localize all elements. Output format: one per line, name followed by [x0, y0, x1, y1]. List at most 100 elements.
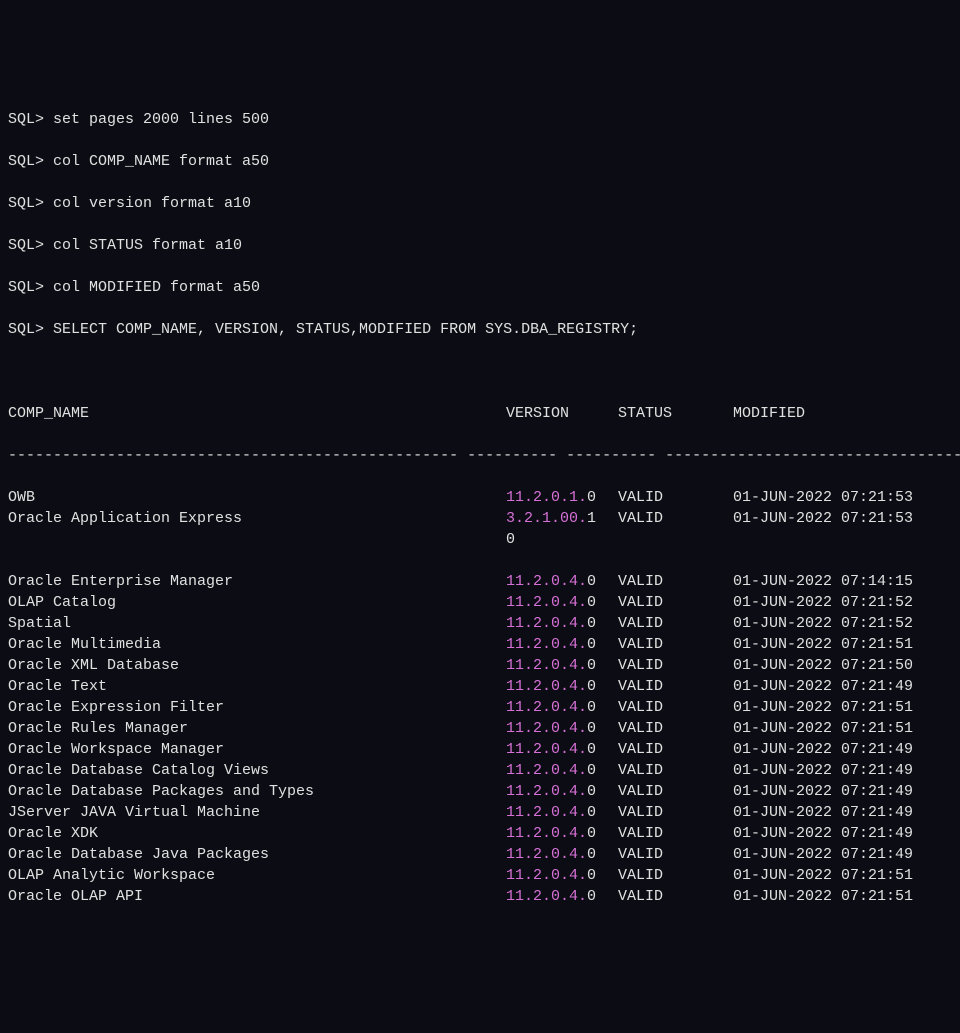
status-cell: VALID	[618, 697, 733, 718]
version-cell: 11.2.0.4.0	[506, 844, 618, 865]
table-row: Oracle XML Database11.2.0.4.0VALID01-JUN…	[8, 655, 952, 676]
version-highlight: 11.2.0.4.	[506, 846, 587, 863]
version-suffix: 0	[587, 888, 596, 905]
version-suffix: 0	[587, 573, 596, 590]
modified-cell: 01-JUN-2022 07:21:51	[733, 718, 913, 739]
comp-name-cell: Oracle Application Express	[8, 508, 506, 529]
modified-cell: 01-JUN-2022 07:21:51	[733, 886, 913, 907]
version-cell: 11.2.0.4.0	[506, 697, 618, 718]
version-cell: 11.2.0.4.0	[506, 886, 618, 907]
version-highlight: 11.2.0.4.	[506, 783, 587, 800]
status-cell: VALID	[618, 718, 733, 739]
status-cell: VALID	[618, 739, 733, 760]
version-cell: 11.2.0.4.0	[506, 739, 618, 760]
modified-cell: 01-JUN-2022 07:21:49	[733, 760, 913, 781]
modified-cell: 01-JUN-2022 07:21:50	[733, 655, 913, 676]
sql-command-line: SQL> col MODIFIED format a50	[8, 277, 952, 298]
modified-cell: 01-JUN-2022 07:14:15	[733, 571, 913, 592]
version-highlight: 11.2.0.4.	[506, 825, 587, 842]
status-cell: VALID	[618, 865, 733, 886]
table-row: Oracle Database Packages and Types11.2.0…	[8, 781, 952, 802]
table-row: Oracle Enterprise Manager11.2.0.4.0VALID…	[8, 571, 952, 592]
modified-cell: 01-JUN-2022 07:21:53	[733, 508, 913, 529]
status-cell: VALID	[618, 823, 733, 844]
version-suffix: 0	[587, 615, 596, 632]
comp-name-cell: OWB	[8, 487, 506, 508]
version-suffix: 0	[587, 825, 596, 842]
comp-name-cell: Oracle Multimedia	[8, 634, 506, 655]
divider-line: ----------------------------------------…	[8, 445, 952, 466]
sql-command-line: SQL> SELECT COMP_NAME, VERSION, STATUS,M…	[8, 319, 952, 340]
table-row: Oracle Database Java Packages11.2.0.4.0V…	[8, 844, 952, 865]
comp-name-cell: Spatial	[8, 613, 506, 634]
version-cell: 11.2.0.4.0	[506, 613, 618, 634]
status-cell: VALID	[618, 634, 733, 655]
table-row: OWB11.2.0.1.0VALID01-JUN-2022 07:21:53	[8, 487, 952, 508]
table-row	[8, 550, 952, 571]
table-row-wrap: 0	[8, 529, 952, 550]
version-highlight: 11.2.0.4.	[506, 804, 587, 821]
comp-name-cell: JServer JAVA Virtual Machine	[8, 802, 506, 823]
version-cell: 3.2.1.00.1	[506, 508, 618, 529]
version-suffix: 0	[587, 867, 596, 884]
modified-cell: 01-JUN-2022 07:21:52	[733, 613, 913, 634]
modified-cell: 01-JUN-2022 07:21:51	[733, 865, 913, 886]
version-highlight: 11.2.0.4.	[506, 615, 587, 632]
version-cell: 11.2.0.4.0	[506, 676, 618, 697]
modified-cell: 01-JUN-2022 07:21:49	[733, 781, 913, 802]
status-cell: VALID	[618, 487, 733, 508]
comp-name-cell: Oracle Rules Manager	[8, 718, 506, 739]
status-cell: VALID	[618, 760, 733, 781]
version-cell: 11.2.0.4.0	[506, 781, 618, 802]
comp-name-cell: Oracle Enterprise Manager	[8, 571, 506, 592]
version-cell: 11.2.0.1.0	[506, 487, 618, 508]
table-row: Oracle XDK11.2.0.4.0VALID01-JUN-2022 07:…	[8, 823, 952, 844]
modified-cell: 01-JUN-2022 07:21:49	[733, 823, 913, 844]
version-suffix: 0	[587, 846, 596, 863]
comp-name-cell: Oracle Database Packages and Types	[8, 781, 506, 802]
table-row: Oracle Text11.2.0.4.0VALID01-JUN-2022 07…	[8, 676, 952, 697]
comp-name-cell: Oracle Text	[8, 676, 506, 697]
table-row: Oracle Expression Filter11.2.0.4.0VALID0…	[8, 697, 952, 718]
version-highlight: 11.2.0.4.	[506, 741, 587, 758]
table-row: Oracle Database Catalog Views11.2.0.4.0V…	[8, 760, 952, 781]
status-cell: VALID	[618, 592, 733, 613]
comp-name-cell: OLAP Analytic Workspace	[8, 865, 506, 886]
table-row: OLAP Catalog11.2.0.4.0VALID01-JUN-2022 0…	[8, 592, 952, 613]
version-suffix: 0	[587, 489, 596, 506]
terminal-output: SQL> set pages 2000 lines 500 SQL> col C…	[8, 88, 952, 928]
version-suffix: 0	[587, 741, 596, 758]
version-highlight: 11.2.0.4.	[506, 657, 587, 674]
comp-name-cell: Oracle XML Database	[8, 655, 506, 676]
version-wrap: 0	[506, 529, 515, 550]
status-cell: VALID	[618, 613, 733, 634]
comp-name-cell: Oracle Workspace Manager	[8, 739, 506, 760]
status-cell: VALID	[618, 844, 733, 865]
status-cell: VALID	[618, 508, 733, 529]
version-cell: 11.2.0.4.0	[506, 571, 618, 592]
version-highlight: 11.2.0.4.	[506, 888, 587, 905]
version-cell: 11.2.0.4.0	[506, 634, 618, 655]
modified-cell: 01-JUN-2022 07:21:49	[733, 802, 913, 823]
comp-name-cell: Oracle Expression Filter	[8, 697, 506, 718]
table-row: Spatial11.2.0.4.0VALID01-JUN-2022 07:21:…	[8, 613, 952, 634]
comp-name-cell: OLAP Catalog	[8, 592, 506, 613]
status-cell: VALID	[618, 886, 733, 907]
version-suffix: 0	[587, 720, 596, 737]
status-cell: VALID	[618, 781, 733, 802]
version-suffix: 1	[587, 510, 596, 527]
table-row: Oracle Multimedia11.2.0.4.0VALID01-JUN-2…	[8, 634, 952, 655]
modified-cell: 01-JUN-2022 07:21:52	[733, 592, 913, 613]
header-comp-name: COMP_NAME	[8, 403, 506, 424]
comp-name-cell: Oracle OLAP API	[8, 886, 506, 907]
status-cell: VALID	[618, 571, 733, 592]
version-suffix: 0	[587, 636, 596, 653]
version-cell: 11.2.0.4.0	[506, 655, 618, 676]
status-cell: VALID	[618, 802, 733, 823]
version-highlight: 11.2.0.4.	[506, 699, 587, 716]
modified-cell: 01-JUN-2022 07:21:51	[733, 697, 913, 718]
version-cell: 11.2.0.4.0	[506, 802, 618, 823]
header-modified: MODIFIED	[733, 403, 805, 424]
version-highlight: 11.2.0.4.	[506, 594, 587, 611]
version-cell: 11.2.0.4.0	[506, 865, 618, 886]
